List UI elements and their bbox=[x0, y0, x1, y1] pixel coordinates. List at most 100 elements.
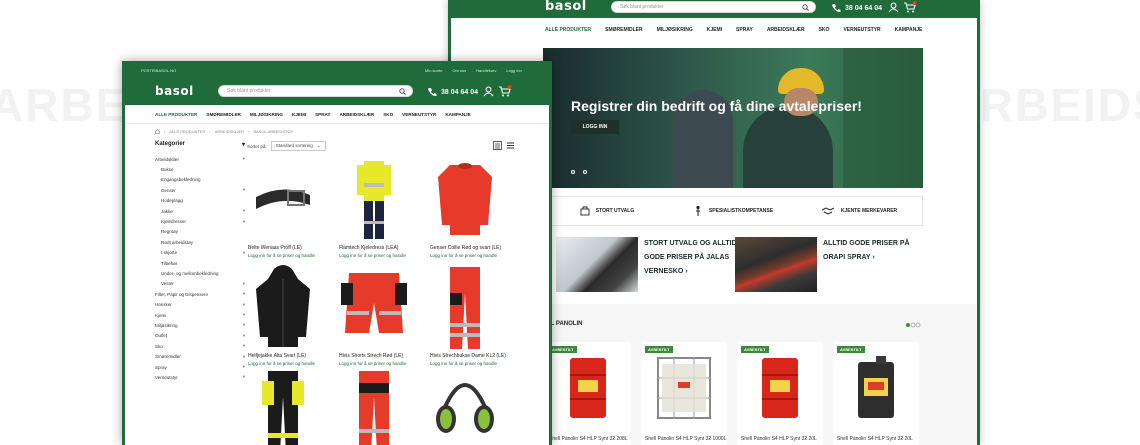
product-card[interactable]: Flamtech Kjeledress (LEA) Logg inn for å … bbox=[339, 155, 409, 258]
nav-item[interactable]: SKO bbox=[383, 112, 393, 117]
top-link[interactable]: Om oss bbox=[452, 68, 466, 73]
product-name[interactable]: Hivis Strechbukse Dame KL2 (LE) bbox=[430, 353, 506, 359]
category-item[interactable]: Engangsbekledning bbox=[155, 175, 245, 185]
nav-item[interactable]: ALLE PRODUKTER bbox=[155, 112, 197, 117]
product-card[interactable]: Hivis Strechbukse Dame KL2 (LE) Logg inn … bbox=[430, 263, 506, 366]
nav-item[interactable]: ARBEIDSKLÆR bbox=[339, 112, 374, 117]
search-icon[interactable] bbox=[802, 4, 809, 11]
product-image[interactable] bbox=[339, 263, 409, 351]
product-name[interactable]: Genser Collie Rød og svart (LE) bbox=[430, 245, 501, 251]
product-card[interactable]: Genser Collie Rød og svart (LE) Logg inn … bbox=[430, 155, 501, 258]
nav-item[interactable]: SPRAY bbox=[315, 112, 330, 117]
user-icon[interactable] bbox=[888, 2, 899, 13]
category-item[interactable]: Verneutstyr ▾ bbox=[155, 372, 245, 382]
phone[interactable]: 38 04 64 04 bbox=[427, 87, 478, 97]
search-input[interactable]: Søk blant produkter bbox=[218, 85, 413, 97]
product-image[interactable] bbox=[430, 367, 500, 445]
product-card[interactable] bbox=[248, 367, 318, 445]
nav-item[interactable]: SKO bbox=[819, 27, 830, 33]
nav-item[interactable]: ARBEIDSKLÆR bbox=[767, 27, 805, 33]
product-image[interactable] bbox=[430, 263, 500, 351]
category-item[interactable]: Outlet ▾ bbox=[155, 331, 245, 341]
nav-item[interactable]: VERNEUTSTYR bbox=[843, 27, 880, 33]
category-item[interactable]: Hodeplagg bbox=[155, 196, 245, 206]
nav-item[interactable]: MILJØSIKRING bbox=[657, 27, 693, 33]
product-image[interactable] bbox=[248, 263, 318, 351]
top-link[interactable]: Handlekurv bbox=[476, 68, 496, 73]
category-item[interactable]: Jakke ▾ bbox=[155, 206, 245, 216]
product-name[interactable]: Flamtech Kjeledress (LEA) bbox=[339, 245, 409, 251]
carousel-dots[interactable] bbox=[905, 322, 921, 328]
category-item[interactable]: Rødt arbeidstøy bbox=[155, 237, 245, 247]
search-input[interactable]: Søk blant produkter bbox=[611, 1, 816, 13]
category-item[interactable]: Kjeledresser ▾ bbox=[155, 216, 245, 226]
nav-item[interactable]: SMØREMIDLER bbox=[605, 27, 643, 33]
product-image[interactable] bbox=[654, 354, 714, 429]
product-name[interactable]: Shell Panolin S4 HLP Synt 32 1000L bbox=[645, 436, 726, 442]
promo-orapi[interactable]: ALLTID GODE PRISER PÅ ORAPI SPRAY › bbox=[735, 237, 910, 292]
nav-item[interactable]: ALLE PRODUKTER bbox=[545, 27, 591, 33]
login-price-link[interactable]: Logg inn for å se priser og handle bbox=[430, 361, 500, 366]
login-button[interactable]: LOGG INN bbox=[571, 120, 619, 134]
login-price-link[interactable]: Logg inn for å se priser og handle bbox=[430, 253, 500, 258]
category-item[interactable]: Filter, Papir og Dispensere ▾ bbox=[155, 289, 245, 299]
product-image[interactable] bbox=[558, 354, 618, 429]
nav-item[interactable]: SPRAY bbox=[736, 27, 753, 33]
product-image[interactable] bbox=[750, 354, 810, 429]
nav-item[interactable]: KAMPANJE bbox=[445, 112, 470, 117]
product-name[interactable]: Belte Wenaas Proff (LE) bbox=[248, 245, 318, 251]
nav-item[interactable]: KAMPANJE bbox=[895, 27, 923, 33]
product-card[interactable] bbox=[430, 367, 500, 445]
product-image[interactable] bbox=[248, 155, 318, 243]
grid-view-icon[interactable] bbox=[493, 141, 502, 150]
logo[interactable]: basol bbox=[155, 84, 194, 98]
category-item[interactable]: t-skjorte ▾ bbox=[155, 248, 245, 258]
product-image[interactable] bbox=[846, 354, 906, 429]
promo-jalas[interactable]: STORT UTVALG OG ALLTID GODE PRISER PÅ JA… bbox=[556, 237, 737, 292]
product-name[interactable]: Shell Panolin S4 HLP Synt 32 20L bbox=[837, 436, 913, 442]
product-card[interactable]: AVBESTILT Shell Panolin S4 HLP Synt 32 20… bbox=[833, 342, 919, 445]
nav-item[interactable]: VERNEUTSTYR bbox=[402, 112, 436, 117]
product-card[interactable]: Hivis Shorts Strech Rød (LE) Logg inn for… bbox=[339, 263, 409, 366]
category-item[interactable]: Kjemi ▾ bbox=[155, 310, 245, 320]
phone[interactable]: 38 04 64 04 bbox=[831, 3, 882, 13]
product-image[interactable] bbox=[248, 367, 318, 445]
product-name[interactable]: Shell Panolin S4 HLP Synt 32 20L bbox=[741, 436, 817, 442]
product-card[interactable]: AVBESTILT Shell Panolin S4 HLP Synt 32 20… bbox=[545, 342, 631, 445]
breadcrumb-item[interactable]: ALLE PRODUKTER bbox=[169, 129, 205, 134]
home-icon[interactable] bbox=[155, 129, 160, 134]
top-link[interactable]: Min konto bbox=[425, 68, 442, 73]
carousel-dots[interactable] bbox=[571, 170, 587, 174]
category-item[interactable]: Bukse bbox=[155, 164, 245, 174]
logo[interactable]: basol bbox=[545, 0, 587, 14]
product-card[interactable] bbox=[339, 367, 409, 445]
user-icon[interactable] bbox=[483, 86, 494, 97]
category-item[interactable]: Smøremidler ▾ bbox=[155, 351, 245, 361]
breadcrumb-item[interactable]: ARBEIDSKLÆR bbox=[215, 129, 244, 134]
category-item[interactable]: Hansker ▾ bbox=[155, 299, 245, 309]
category-item[interactable]: Tilbehør bbox=[155, 258, 245, 268]
product-card[interactable]: AVBESTILT Shell Panolin S4 HLP Synt 32 10… bbox=[641, 342, 727, 445]
category-item[interactable]: Sko ▾ bbox=[155, 341, 245, 351]
product-name[interactable]: Helfjejakke Alta Svart (LE) bbox=[248, 353, 318, 359]
category-item[interactable]: Regntøy bbox=[155, 227, 245, 237]
login-price-link[interactable]: Logg inn for å se priser og handle bbox=[339, 253, 409, 258]
category-item[interactable]: Under- og mellombekledning bbox=[155, 268, 245, 278]
top-email[interactable]: POSTEIBASOL.NO bbox=[141, 68, 176, 73]
login-price-link[interactable]: Logg inn for å se priser og handle bbox=[248, 361, 318, 366]
category-item[interactable]: Vester ▾ bbox=[155, 279, 245, 289]
login-price-link[interactable]: Logg inn for å se priser og handle bbox=[248, 253, 318, 258]
search-icon[interactable] bbox=[399, 88, 406, 95]
product-image[interactable] bbox=[339, 367, 409, 445]
nav-item[interactable]: SMØREMIDLER bbox=[206, 112, 240, 117]
sort-select[interactable]: Standard sortering ⌄ bbox=[270, 141, 326, 151]
category-item[interactable]: Arbeidsklær ▾ bbox=[155, 154, 245, 164]
product-name[interactable]: Hivis Shorts Strech Rød (LE) bbox=[339, 353, 409, 359]
nav-item[interactable]: KJEMI bbox=[292, 112, 306, 117]
nav-item[interactable]: MILJØSIKRING bbox=[250, 112, 283, 117]
product-image[interactable] bbox=[339, 155, 409, 243]
product-card[interactable]: AVBESTILT Shell Panolin S4 HLP Synt 32 20… bbox=[737, 342, 823, 445]
nav-item[interactable]: KJEMI bbox=[707, 27, 722, 33]
category-item[interactable]: Miljøsikring ▾ bbox=[155, 320, 245, 330]
login-price-link[interactable]: Logg inn for å se priser og handle bbox=[339, 361, 409, 366]
